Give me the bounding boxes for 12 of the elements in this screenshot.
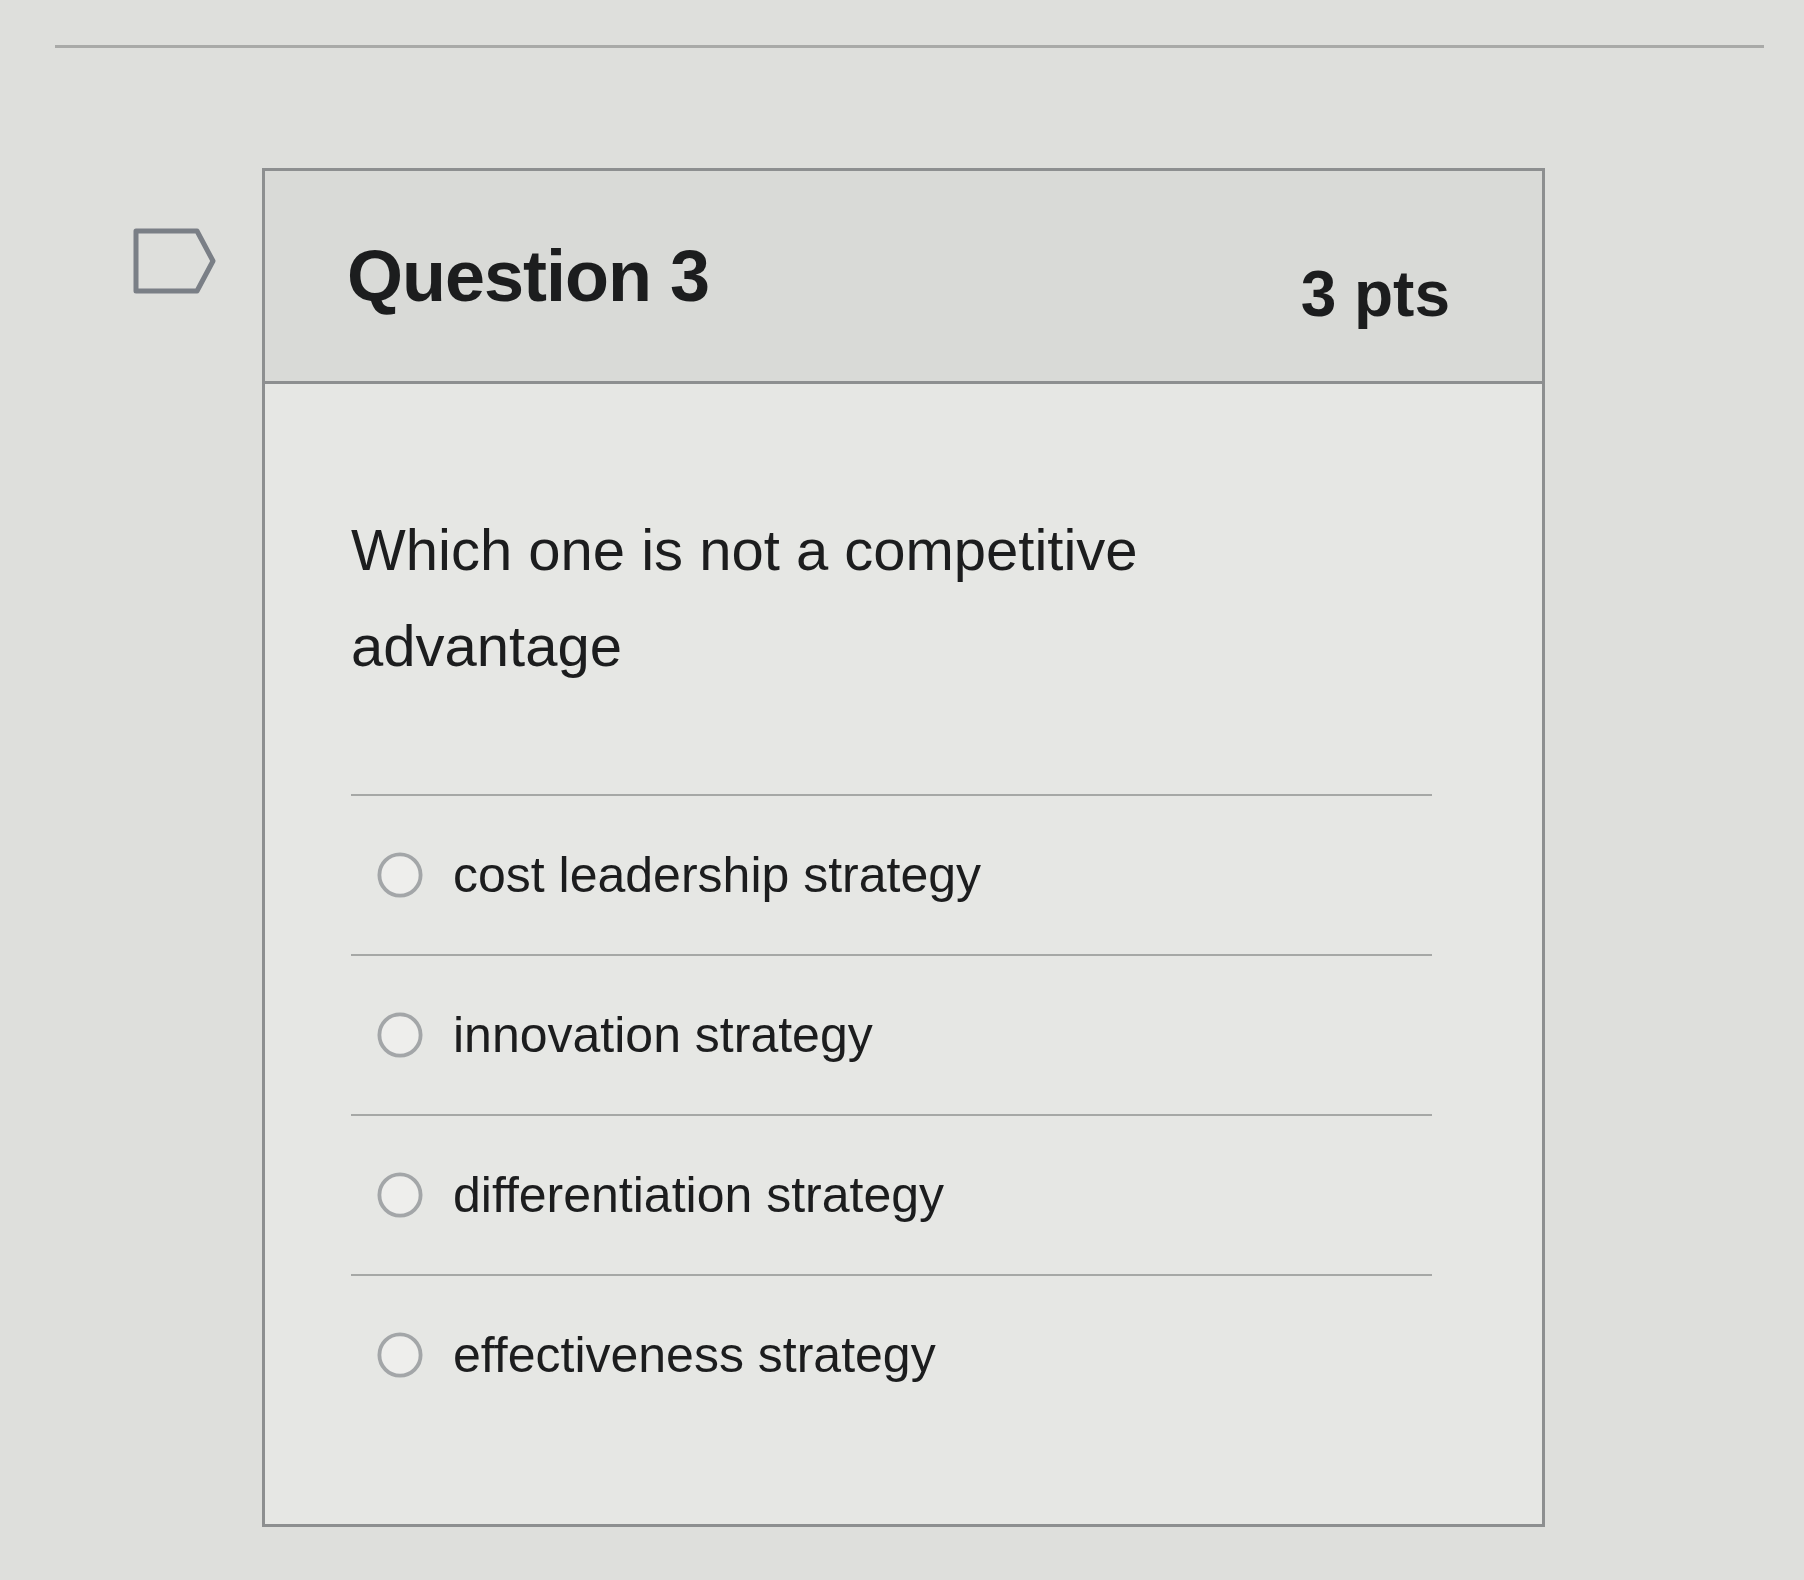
radio-button[interactable]	[377, 852, 423, 898]
points-label: 3 pts	[1300, 257, 1450, 331]
answer-label[interactable]: innovation strategy	[453, 1005, 873, 1065]
radio-button[interactable]	[377, 1172, 423, 1218]
answer-label[interactable]: effectiveness strategy	[453, 1325, 936, 1385]
question-title: Question 3	[347, 235, 710, 317]
radio-button[interactable]	[377, 1012, 423, 1058]
answer-label[interactable]: differentiation strategy	[453, 1165, 945, 1225]
answer-label[interactable]: cost leadership strategy	[453, 845, 982, 905]
radio-button[interactable]	[377, 1332, 423, 1378]
flag-icon[interactable]	[133, 228, 217, 294]
question-text: Which one is not a competitive advantage	[351, 516, 1139, 680]
